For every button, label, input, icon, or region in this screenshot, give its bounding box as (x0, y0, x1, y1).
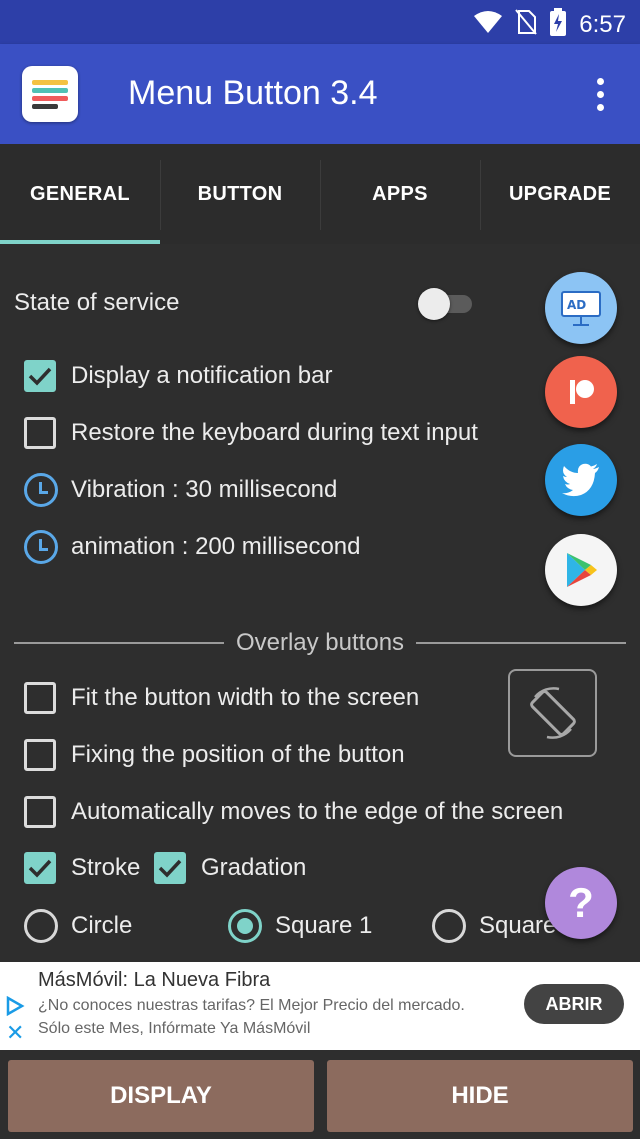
circle-label: Circle (71, 912, 133, 939)
clock-icon (24, 473, 58, 507)
question-mark-icon: ? (568, 879, 594, 926)
overlay-section-header: Overlay buttons (14, 628, 626, 658)
app-logo (22, 66, 78, 122)
tab-button[interactable]: BUTTON (160, 144, 320, 244)
fit-width-checkbox[interactable] (24, 682, 56, 714)
ad-board-icon: AD (561, 291, 601, 326)
tab-general[interactable]: GENERAL (0, 144, 160, 244)
status-bar: 6:57 (0, 0, 640, 44)
screen-rotation-icon (529, 687, 576, 739)
svg-text:AD: AD (567, 298, 586, 312)
no-sim-icon (515, 9, 538, 40)
auto-edge-row[interactable]: Automatically moves to the edge of the s… (24, 796, 563, 828)
ad-open-button[interactable]: ABRIR (524, 984, 624, 1024)
animation-label: animation : 200 millisecond (71, 533, 361, 560)
ad-banner[interactable]: ✕ MásMóvil: La Nueva Fibra ¿No conoces n… (0, 962, 640, 1050)
vibration-row[interactable]: Vibration : 30 millisecond (24, 473, 337, 507)
tab-apps[interactable]: APPS (320, 144, 480, 244)
twitter-icon (562, 463, 599, 497)
app-bar: Menu Button 3.4 (0, 44, 640, 144)
notification-bar-row[interactable]: Display a notification bar (24, 360, 332, 392)
square1-label: Square 1 (275, 912, 373, 939)
ad-title: MásMóvil: La Nueva Fibra (38, 969, 271, 991)
auto-edge-label: Automatically moves to the edge of the s… (71, 798, 564, 825)
tab-upgrade[interactable]: UPGRADE (480, 144, 640, 244)
restore-keyboard-row[interactable]: Restore the keyboard during text input (24, 417, 478, 449)
display-button[interactable]: DISPLAY (8, 1060, 314, 1132)
gradation-checkbox[interactable] (154, 852, 186, 884)
overflow-menu-icon[interactable] (580, 74, 620, 114)
shape-square1-option[interactable]: Square 1 (228, 909, 372, 943)
square2-label: Square (479, 912, 557, 939)
shape-square2-option[interactable]: Square (432, 909, 556, 943)
stroke-checkbox[interactable] (24, 852, 56, 884)
square2-radio[interactable] (432, 909, 466, 943)
notification-bar-label: Display a notification bar (71, 362, 333, 389)
ad-choices-icon[interactable] (5, 995, 25, 1021)
notification-bar-checkbox[interactable] (24, 360, 56, 392)
play-store-button[interactable] (545, 534, 617, 606)
gradation-label: Gradation (201, 854, 307, 881)
patreon-button[interactable] (545, 356, 617, 428)
twitter-button[interactable] (545, 444, 617, 516)
battery-charging-icon (549, 8, 567, 41)
vibration-label: Vibration : 30 millisecond (71, 476, 338, 503)
patreon-icon (570, 380, 594, 404)
auto-edge-checkbox[interactable] (24, 796, 56, 828)
screen-rotation-button[interactable] (508, 669, 597, 757)
fit-width-label: Fit the button width to the screen (71, 684, 420, 711)
stroke-row[interactable]: Stroke (24, 852, 140, 884)
restore-keyboard-checkbox[interactable] (24, 417, 56, 449)
state-of-service-label: State of service (14, 289, 180, 316)
ad-line-2: Sólo este Mes, Infórmate Ya MásMóvil (38, 1020, 311, 1037)
help-button[interactable]: ? (545, 867, 617, 939)
hide-button[interactable]: HIDE (327, 1060, 633, 1132)
overlay-section-title: Overlay buttons (235, 629, 405, 656)
play-store-icon (567, 553, 597, 587)
tab-bar: GENERAL BUTTON APPS UPGRADE (0, 144, 640, 244)
clock-icon (24, 530, 58, 564)
status-time: 6:57 (579, 10, 626, 38)
square1-radio[interactable] (228, 909, 262, 943)
circle-radio[interactable] (24, 909, 58, 943)
gradation-row[interactable]: Gradation (154, 852, 306, 884)
ad-line-1: ¿No conoces nuestras tarifas? El Mejor P… (38, 997, 465, 1014)
stroke-label: Stroke (71, 854, 141, 881)
restore-keyboard-label: Restore the keyboard during text input (71, 419, 478, 446)
shape-circle-option[interactable]: Circle (24, 909, 132, 943)
animation-row[interactable]: animation : 200 millisecond (24, 530, 361, 564)
app-title: Menu Button 3.4 (128, 74, 378, 112)
fix-position-checkbox[interactable] (24, 739, 56, 771)
service-toggle[interactable] (418, 288, 474, 320)
wifi-icon (473, 10, 503, 39)
ad-remove-button[interactable]: AD (545, 272, 617, 344)
state-of-service-row: State of service (14, 289, 179, 317)
fix-position-row[interactable]: Fixing the position of the button (24, 739, 405, 771)
fit-width-row[interactable]: Fit the button width to the screen (24, 682, 419, 714)
fix-position-label: Fixing the position of the button (71, 741, 405, 768)
ad-close-icon[interactable]: ✕ (6, 1022, 24, 1044)
